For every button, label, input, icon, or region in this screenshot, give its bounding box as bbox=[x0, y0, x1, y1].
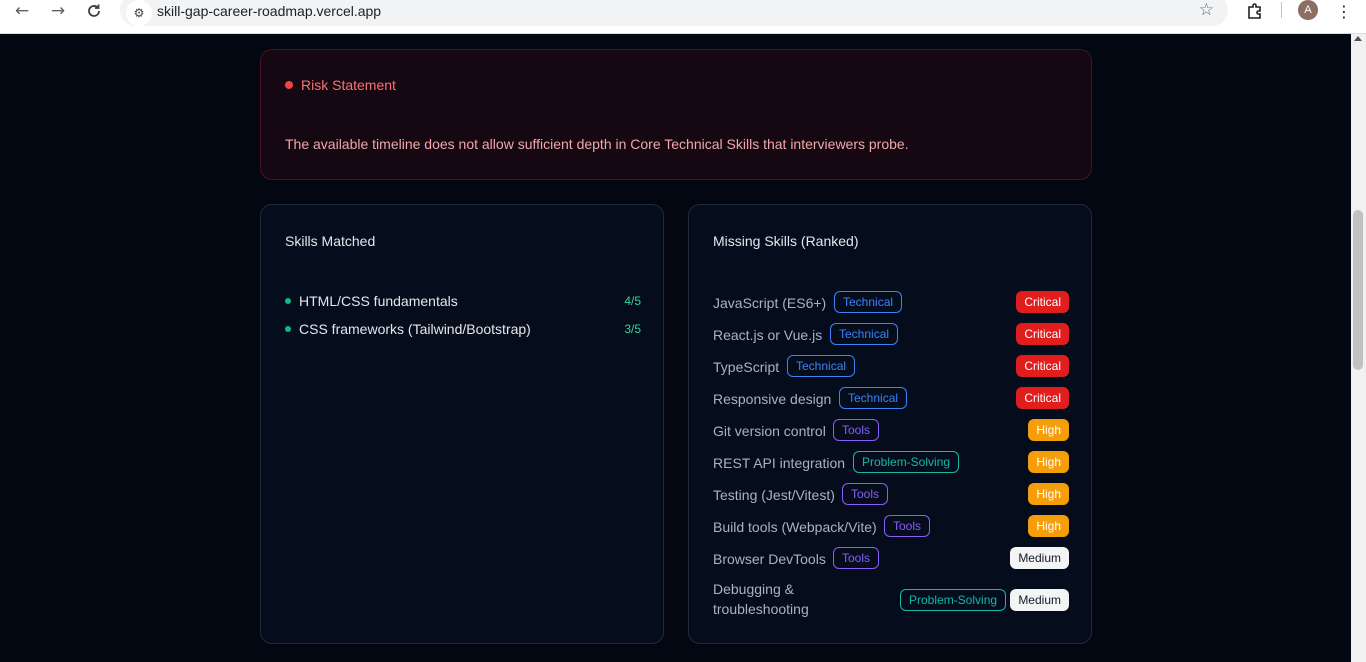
category-badge: Technical bbox=[834, 291, 903, 313]
missing-skills-title: Missing Skills (Ranked) bbox=[713, 233, 859, 249]
severity-badge: Critical bbox=[1016, 355, 1069, 377]
address-bar[interactable]: ⚙ skill-gap-career-roadmap.vercel.app ☆ bbox=[120, 0, 1228, 26]
risk-title: Risk Statement bbox=[301, 77, 396, 93]
bullet-dot-icon bbox=[285, 298, 291, 304]
category-badge: Technical bbox=[787, 355, 856, 377]
missing-skill-name: JavaScript (ES6+) bbox=[713, 295, 827, 311]
severity-badge: High bbox=[1028, 419, 1069, 441]
matched-skill-label: CSS frameworks (Tailwind/Bootstrap) bbox=[299, 321, 531, 337]
site-settings-icon[interactable]: ⚙ bbox=[126, 0, 152, 26]
url-text: skill-gap-career-roadmap.vercel.app bbox=[157, 3, 382, 19]
profile-avatar[interactable]: A bbox=[1298, 0, 1318, 20]
risk-statement-card: Risk Statement The available timeline do… bbox=[260, 49, 1092, 180]
missing-skill-row: REST API integration Problem-Solving Hig… bbox=[713, 451, 1069, 475]
severity-badge: Critical bbox=[1016, 291, 1069, 313]
missing-skill-name: React.js or Vue.js bbox=[713, 327, 823, 343]
puzzle-icon bbox=[1248, 3, 1261, 19]
missing-skill-name: Debugging & troubleshooting bbox=[713, 581, 809, 617]
category-badge: Tools bbox=[833, 547, 880, 569]
browser-toolbar: ← → ⚙ skill-gap-career-roadmap.vercel.ap… bbox=[0, 0, 1366, 34]
category-badge: Tools bbox=[833, 419, 880, 441]
severity-badge: High bbox=[1028, 515, 1069, 537]
missing-skill-name: Responsive design bbox=[713, 391, 832, 407]
category-badge: Tools bbox=[884, 515, 931, 537]
skills-matched-card: Skills Matched HTML/CSS fundamentals 4/5… bbox=[260, 204, 664, 644]
missing-skill-row: JavaScript (ES6+) Technical Critical bbox=[713, 291, 1069, 315]
category-badge: Technical bbox=[830, 323, 899, 345]
toolbar-divider bbox=[1281, 2, 1282, 18]
matched-skill-score: 4/5 bbox=[624, 294, 641, 308]
severity-badge: High bbox=[1028, 483, 1069, 505]
missing-skill-row: Git version control Tools High bbox=[713, 419, 1069, 443]
missing-skill-name: Build tools (Webpack/Vite) bbox=[713, 519, 877, 535]
bullet-dot-icon bbox=[285, 326, 291, 332]
reload-icon-svg bbox=[88, 4, 100, 17]
reload-icon[interactable] bbox=[82, 0, 106, 22]
risk-dot-icon bbox=[285, 81, 293, 89]
missing-skill-row: Responsive design Technical Critical bbox=[713, 387, 1069, 411]
missing-skill-row: Browser DevTools Tools Medium bbox=[713, 547, 1069, 571]
missing-skill-name: REST API integration bbox=[713, 455, 846, 471]
bookmark-star-icon[interactable]: ☆ bbox=[1199, 0, 1214, 20]
scroll-thumb[interactable] bbox=[1353, 210, 1363, 370]
category-badge: Technical bbox=[839, 387, 908, 409]
risk-text: The available timeline does not allow su… bbox=[285, 136, 909, 152]
missing-skills-card: Missing Skills (Ranked) JavaScript (ES6+… bbox=[688, 204, 1092, 644]
severity-badge: Critical bbox=[1016, 323, 1069, 345]
missing-skill-row: TypeScript Technical Critical bbox=[713, 355, 1069, 379]
severity-badge: Critical bbox=[1016, 387, 1069, 409]
missing-skill-row: Debugging & troubleshooting Problem-Solv… bbox=[713, 579, 1069, 623]
missing-skill-name: Browser DevTools bbox=[713, 551, 826, 567]
missing-skill-name: Git version control bbox=[713, 423, 826, 439]
skills-matched-title: Skills Matched bbox=[285, 233, 376, 249]
missing-skill-row: Testing (Jest/Vitest) Tools High bbox=[713, 483, 1069, 507]
category-badge: Problem-Solving bbox=[900, 589, 1007, 611]
severity-badge: High bbox=[1028, 451, 1069, 473]
severity-badge: Medium bbox=[1010, 589, 1069, 611]
matched-skill-row: CSS frameworks (Tailwind/Bootstrap) 3/5 bbox=[285, 320, 641, 340]
missing-skill-row: React.js or Vue.js Technical Critical bbox=[713, 323, 1069, 347]
forward-arrow-icon[interactable]: → bbox=[46, 0, 70, 22]
browser-menu-icon[interactable]: ⋮ bbox=[1334, 0, 1354, 22]
extensions-icon[interactable] bbox=[1244, 0, 1266, 22]
missing-skill-row: Build tools (Webpack/Vite) Tools High bbox=[713, 515, 1069, 539]
scroll-up-arrow-icon[interactable] bbox=[1354, 36, 1362, 41]
missing-skill-name: TypeScript bbox=[713, 359, 780, 375]
missing-skill-name: Testing (Jest/Vitest) bbox=[713, 487, 835, 503]
matched-skill-score: 3/5 bbox=[624, 322, 641, 336]
back-arrow-icon[interactable]: ← bbox=[10, 0, 34, 22]
severity-badge: Medium bbox=[1010, 547, 1069, 569]
category-badge: Tools bbox=[842, 483, 889, 505]
category-badge: Problem-Solving bbox=[853, 451, 960, 473]
matched-skill-label: HTML/CSS fundamentals bbox=[299, 293, 458, 309]
matched-skill-row: HTML/CSS fundamentals 4/5 bbox=[285, 292, 641, 312]
page-scrollbar[interactable] bbox=[1351, 34, 1366, 662]
